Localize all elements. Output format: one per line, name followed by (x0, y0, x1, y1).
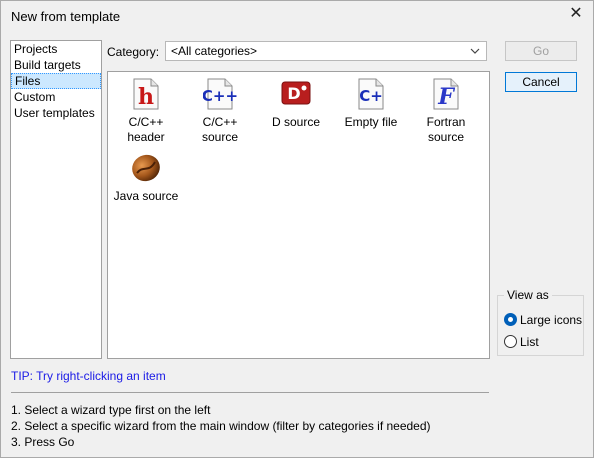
divider (11, 392, 489, 393)
wizard-type-list[interactable]: Projects Build targets Files Custom User… (10, 40, 102, 359)
category-select[interactable]: <All categories> (165, 41, 487, 61)
wizard-type-user-templates[interactable]: User templates (11, 105, 101, 121)
view-large-icons-radio[interactable]: Large icons (504, 312, 582, 328)
category-label: Category: (107, 45, 160, 59)
go-button[interactable]: Go (505, 41, 577, 61)
template-item-fortran-source[interactable]: F Fortran source (410, 77, 482, 145)
template-item-java-source[interactable]: Java source (110, 151, 182, 204)
radio-unselected-icon (504, 335, 517, 348)
cancel-button[interactable]: Cancel (505, 72, 577, 92)
template-label-line1: Java source (113, 189, 179, 203)
c-header-icon: h (133, 78, 159, 110)
template-label-line2: header (127, 130, 165, 144)
instruction-line: 3. Press Go (11, 435, 75, 449)
wizard-type-projects[interactable]: Projects (11, 41, 101, 57)
radio-selected-icon (504, 313, 517, 326)
empty-file-icon: C+ (358, 78, 384, 110)
template-item-c-cpp-header[interactable]: h C/C++ header (110, 77, 182, 145)
svg-text:C+: C+ (359, 87, 383, 105)
template-item-c-cpp-source[interactable]: C++ C/C++ source (184, 77, 256, 145)
instruction-line: 1. Select a wizard type first on the lef… (11, 403, 211, 417)
svg-text:h: h (138, 84, 154, 110)
template-label-line1: C/C++ (128, 115, 164, 129)
d-source-icon: D (281, 81, 311, 105)
template-label-line2: source (427, 130, 465, 144)
template-label-line1: Fortran (426, 115, 466, 129)
wizard-type-custom[interactable]: Custom (11, 89, 101, 105)
view-as-legend: View as (504, 288, 552, 302)
template-label-line1: D source (271, 115, 321, 129)
fortran-source-icon: F (433, 78, 459, 110)
template-item-d-source[interactable]: D D source (260, 77, 332, 130)
svg-text:F: F (437, 84, 455, 110)
template-label-line2: source (201, 130, 239, 144)
new-from-template-dialog: New from template ✕ Projects Build targe… (0, 0, 594, 458)
template-list-view[interactable]: h C/C++ header C++ C/C++ source D D sour… (107, 71, 490, 359)
template-item-empty-file[interactable]: C+ Empty file (335, 77, 407, 130)
dialog-title: New from template (11, 9, 121, 24)
template-label-line1: Empty file (344, 115, 398, 129)
view-list-radio[interactable]: List (504, 334, 539, 350)
template-label-line1: C/C++ (202, 115, 238, 129)
tip-text: TIP: Try right-clicking an item (11, 369, 166, 383)
cpp-source-icon: C++ (203, 78, 237, 110)
close-icon: ✕ (569, 5, 583, 22)
view-as-group: View as Large icons List (497, 288, 584, 356)
java-source-icon (132, 154, 160, 182)
instruction-line: 2. Select a specific wizard from the mai… (11, 419, 431, 433)
svg-text:D: D (287, 84, 300, 103)
close-button[interactable]: ✕ (567, 5, 585, 23)
radio-label: Large icons (520, 313, 583, 327)
radio-label: List (520, 335, 539, 349)
category-select-value: <All categories> (171, 44, 258, 58)
wizard-type-files[interactable]: Files (11, 73, 101, 89)
chevron-down-icon (470, 42, 480, 67)
wizard-type-build-targets[interactable]: Build targets (11, 57, 101, 73)
svg-text:C++: C++ (203, 87, 237, 105)
